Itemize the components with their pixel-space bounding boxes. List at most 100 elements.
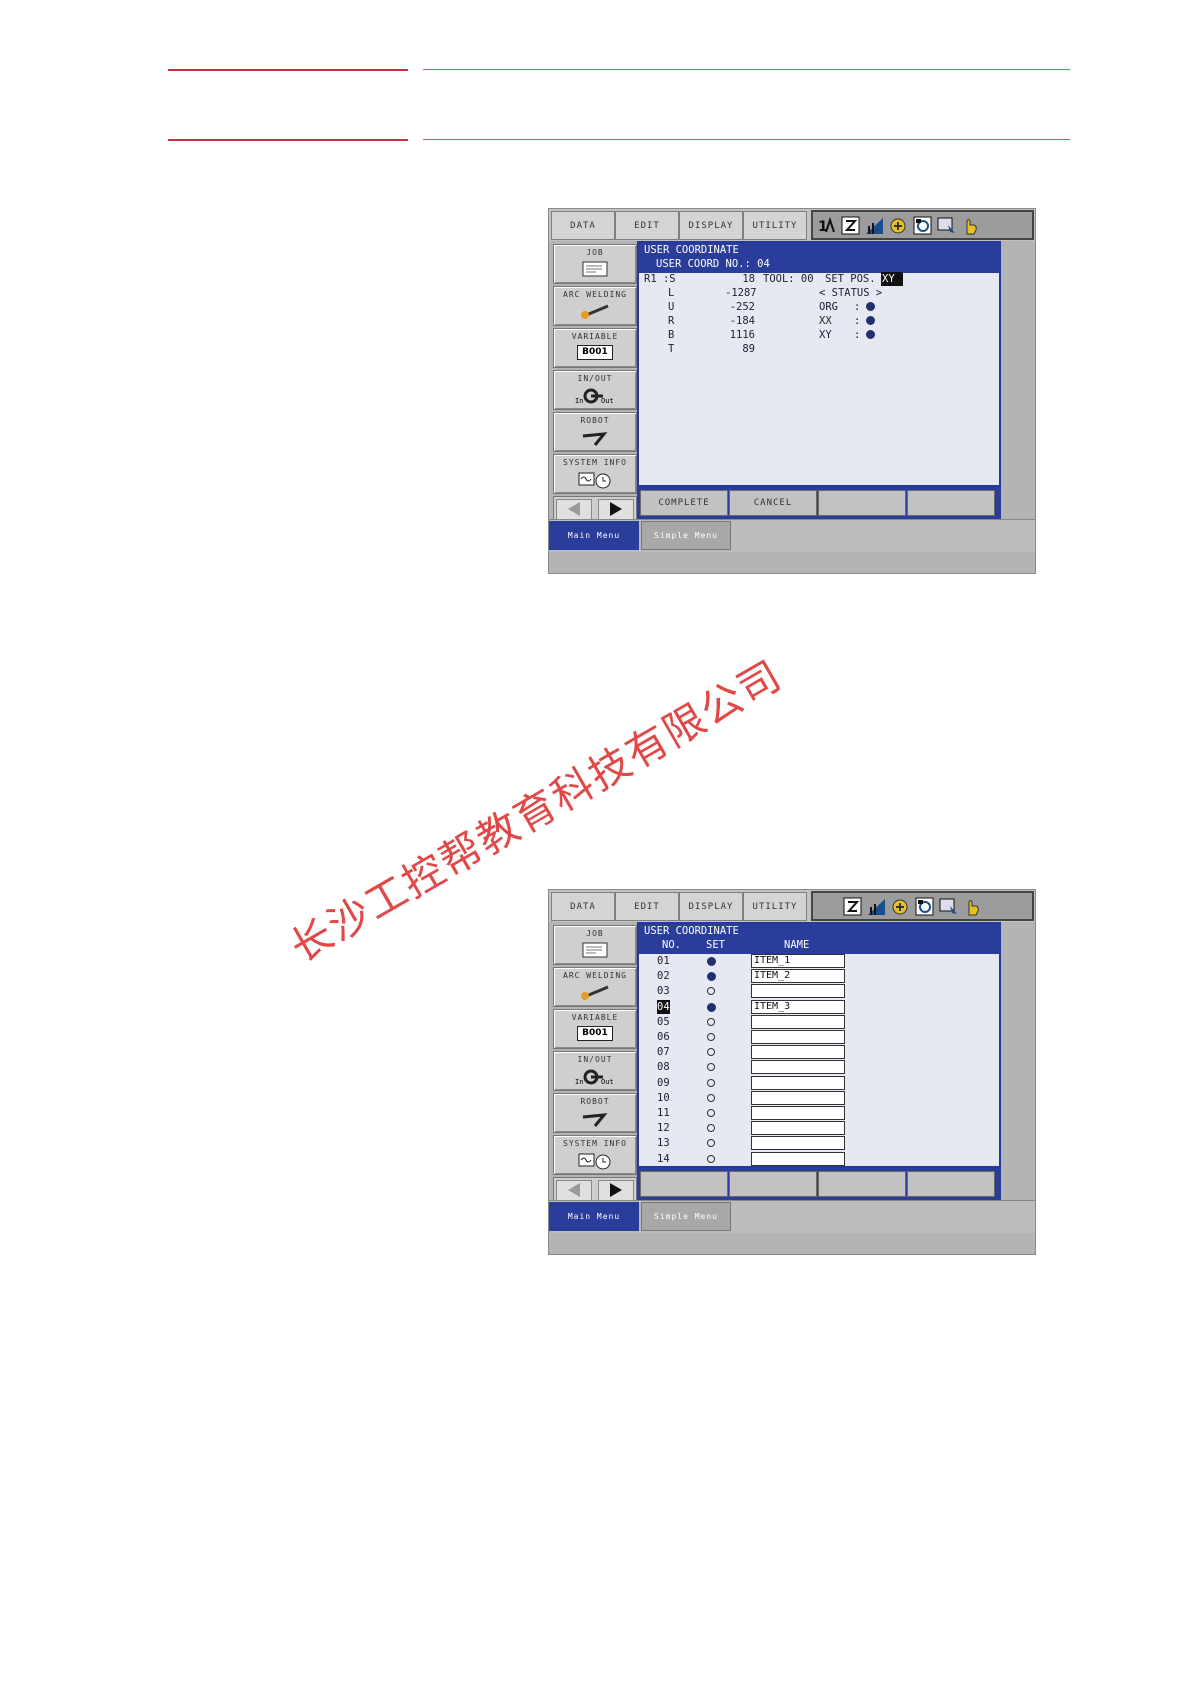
table-row[interactable]: 04 ITEM_3 <box>639 999 845 1014</box>
col-set-header: SET <box>706 939 725 951</box>
table-row[interactable]: 03 <box>639 984 845 999</box>
table-row[interactable]: 06 <box>639 1030 845 1044</box>
cycle-icon <box>915 897 934 916</box>
coord-name-field[interactable] <box>751 1106 845 1120</box>
fkey-4[interactable] <box>907 490 995 516</box>
function-key-bar: COMPLETE CANCEL <box>637 487 1001 519</box>
coord-name-field[interactable] <box>751 1121 845 1136</box>
simple-menu-tab[interactable]: Simple Menu <box>641 521 731 550</box>
header-rule-left-bottom <box>168 139 408 141</box>
in-out-icon: In Out <box>573 387 617 407</box>
coord-name-field[interactable] <box>751 1090 845 1105</box>
coord-name-field[interactable] <box>751 1136 845 1151</box>
table-row[interactable]: 13 <box>639 1136 845 1151</box>
main-menu-tab[interactable]: Main Menu <box>549 521 639 550</box>
coordinate-list: 01 ITEM_1 02 ITEM_2 03 04 ITEM_3 05 06 07 08 09 10 11… <box>639 954 899 1166</box>
set-filled-dot <box>707 972 716 982</box>
side-menu-variable[interactable]: VARIABLE B001 <box>553 328 637 368</box>
out-label: Out <box>601 397 614 405</box>
table-row[interactable]: 12 <box>639 1121 845 1136</box>
set-empty-dot <box>707 1033 715 1041</box>
row-number: 14 <box>657 1152 670 1165</box>
main-menu-tab[interactable]: Main Menu <box>549 1202 639 1231</box>
complete-button[interactable]: COMPLETE <box>640 490 728 516</box>
menu-data[interactable]: DATA <box>551 211 615 240</box>
fkey-4[interactable] <box>907 1171 995 1197</box>
variable-b001-badge: B001 <box>577 1026 613 1041</box>
robot-axis-prefix: R1 :S <box>644 273 676 285</box>
table-row[interactable]: 01 ITEM_1 <box>639 954 845 968</box>
side-menu-robot[interactable]: ROBOT <box>553 1093 637 1133</box>
side-menu-system-info[interactable]: SYSTEM INFO <box>553 1135 637 1175</box>
fkey-3[interactable] <box>818 1171 906 1197</box>
set-empty-dot <box>707 1154 715 1163</box>
axis-label-u: U <box>668 301 675 313</box>
table-row[interactable]: 08 <box>639 1060 845 1075</box>
table-row[interactable]: 10 <box>639 1090 845 1105</box>
coord-name-field[interactable] <box>751 984 845 999</box>
status-xy-sep: : <box>854 329 861 341</box>
side-menu-job-label: JOB <box>586 248 604 257</box>
side-menu-robot[interactable]: ROBOT <box>553 412 637 452</box>
system-info-icon <box>578 471 612 493</box>
col-name-header: NAME <box>784 939 810 951</box>
coord-name-field[interactable] <box>751 1151 845 1166</box>
side-menu-arc-welding[interactable]: ARC WELDING <box>553 967 637 1007</box>
fkey-3[interactable] <box>818 490 906 516</box>
axis-value-b: 1116 <box>729 329 755 341</box>
menu-data[interactable]: DATA <box>551 892 615 921</box>
coord-name-field[interactable] <box>751 1014 845 1029</box>
coord-name-field[interactable]: ITEM_2 <box>751 969 845 984</box>
coord-name-field[interactable]: ITEM_1 <box>751 954 845 968</box>
menu-utility[interactable]: UTILITY <box>743 892 807 921</box>
bottom-menu-bar: Main Menu Simple Menu <box>549 1200 1035 1233</box>
set-filled-dot <box>707 1002 716 1012</box>
axis-label-t: T <box>668 343 675 355</box>
axis-label-r: R <box>668 315 675 327</box>
simple-menu-tab[interactable]: Simple Menu <box>641 1202 731 1231</box>
in-out-icon: In Out <box>573 1068 617 1088</box>
table-row[interactable]: 14 <box>639 1151 845 1166</box>
side-menu-in-out-label: IN/OUT <box>577 1055 613 1064</box>
side-menu-job[interactable]: JOB <box>553 925 637 965</box>
screen-header: USER COORDINATE USER COORD NO.: 04 <box>639 243 999 273</box>
row-number: 06 <box>657 1031 670 1043</box>
coord-name-field[interactable]: ITEM_3 <box>751 999 845 1014</box>
side-menu-arc-welding[interactable]: ARC WELDING <box>553 286 637 326</box>
set-empty-dot <box>707 1017 715 1026</box>
function-key-bar <box>637 1168 1001 1200</box>
coord-name-field[interactable] <box>751 1075 845 1090</box>
coord-name-field[interactable] <box>751 1060 845 1075</box>
side-menu-in-out[interactable]: IN/OUT In Out <box>553 1051 637 1091</box>
menu-display[interactable]: DISPLAY <box>679 211 743 240</box>
coord-name-field[interactable] <box>751 1045 845 1060</box>
side-menu-job[interactable]: JOB <box>553 244 637 284</box>
row-number: 08 <box>657 1061 670 1074</box>
side-menu-in-out[interactable]: IN/OUT In Out <box>553 370 637 410</box>
system-info-icon <box>578 1152 612 1174</box>
table-row[interactable]: 09 <box>639 1075 845 1090</box>
table-row[interactable]: 02 ITEM_2 <box>639 969 845 984</box>
status-header: < STATUS > <box>819 287 883 299</box>
fkey-2[interactable] <box>729 1171 817 1197</box>
side-menu-variable[interactable]: VARIABLE B001 <box>553 1009 637 1049</box>
table-row[interactable]: 11 <box>639 1106 845 1120</box>
axis-label-l: L <box>668 287 675 299</box>
column-headers: NO. SET NAME <box>644 938 999 952</box>
menu-utility[interactable]: UTILITY <box>743 211 807 240</box>
table-row[interactable]: 07 <box>639 1045 845 1060</box>
header-rule-left-top <box>168 69 408 71</box>
side-menu-system-info-label: SYSTEM INFO <box>563 458 627 467</box>
axis-value-u: -252 <box>729 301 755 313</box>
fkey-1[interactable] <box>640 1171 728 1197</box>
menu-edit[interactable]: EDIT <box>615 892 679 921</box>
row-number: 13 <box>657 1137 670 1150</box>
coord-name-field[interactable] <box>751 1030 845 1044</box>
table-row[interactable]: 05 <box>639 1014 845 1029</box>
cancel-button[interactable]: CANCEL <box>729 490 817 516</box>
set-pos-value[interactable]: XY <box>881 272 903 286</box>
menu-display[interactable]: DISPLAY <box>679 892 743 921</box>
menu-edit[interactable]: EDIT <box>615 211 679 240</box>
hand-icon <box>963 897 982 916</box>
side-menu-system-info[interactable]: SYSTEM INFO <box>553 454 637 494</box>
